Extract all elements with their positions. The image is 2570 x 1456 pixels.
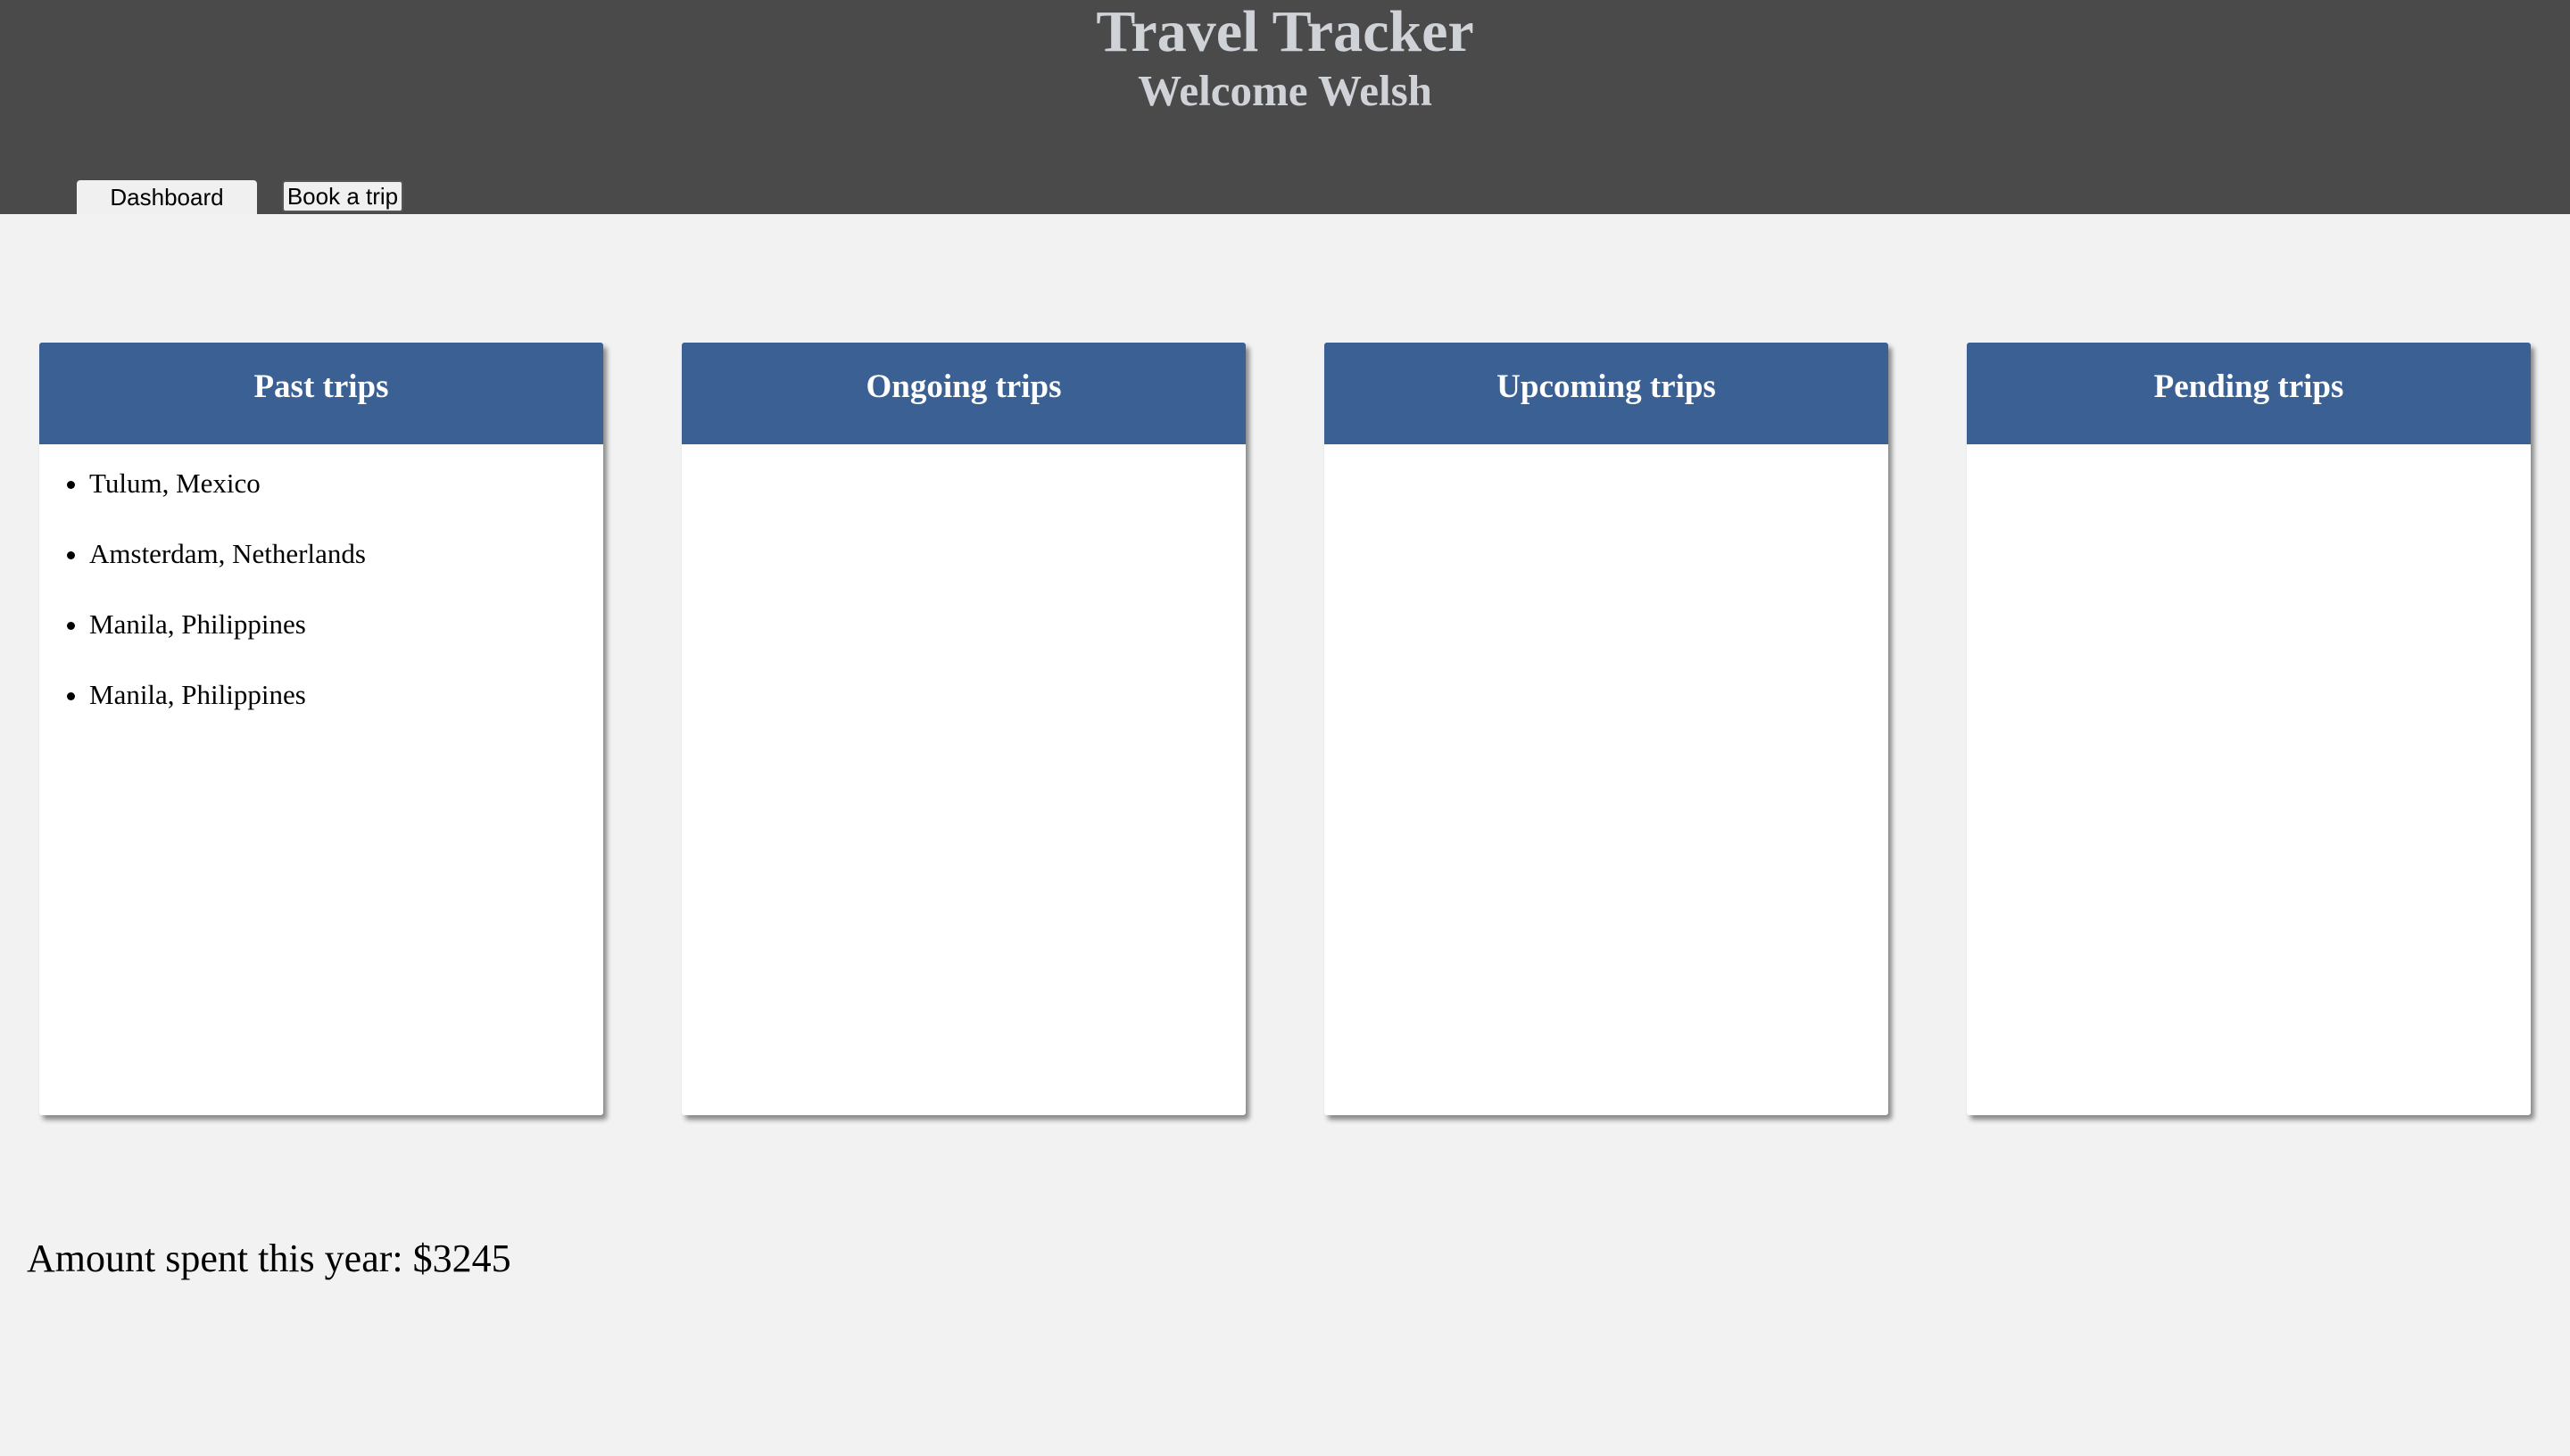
upcoming-trips-list <box>1324 444 1888 466</box>
app-header: Travel Tracker Welcome Welsh Dashboard B… <box>0 0 2570 214</box>
list-item: Manila, Philippines <box>89 607 603 642</box>
amount-spent: Amount spent this year: $3245 <box>27 1237 511 1280</box>
pending-trips-list <box>1967 444 2531 466</box>
ongoing-trips-title: Ongoing trips <box>682 343 1246 444</box>
dashboard-button[interactable]: Dashboard <box>77 180 257 214</box>
pending-trips-title: Pending trips <box>1967 343 2531 444</box>
welcome-message: Welcome Welsh <box>1138 66 1432 115</box>
pending-trips-card: Pending trips <box>1967 343 2531 1115</box>
list-item: Amsterdam, Netherlands <box>89 536 603 572</box>
ongoing-trips-list <box>682 444 1246 466</box>
list-item: Manila, Philippines <box>89 677 603 713</box>
ongoing-trips-card: Ongoing trips <box>682 343 1246 1115</box>
past-trips-list: Tulum, Mexico Amsterdam, Netherlands Man… <box>39 444 603 713</box>
past-trips-card: Past trips Tulum, Mexico Amsterdam, Neth… <box>39 343 603 1115</box>
book-trip-button[interactable]: Book a trip <box>282 180 403 212</box>
upcoming-trips-title: Upcoming trips <box>1324 343 1888 444</box>
list-item: Tulum, Mexico <box>89 466 603 501</box>
app-title: Travel Tracker <box>1096 0 1474 64</box>
past-trips-title: Past trips <box>39 343 603 444</box>
upcoming-trips-card: Upcoming trips <box>1324 343 1888 1115</box>
